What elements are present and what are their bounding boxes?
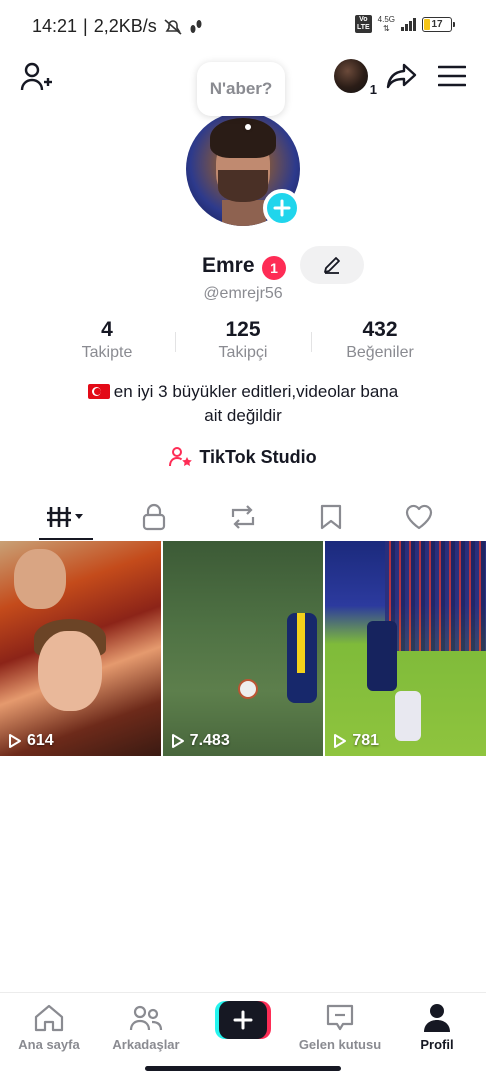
- note-text: N'aber?: [209, 79, 273, 98]
- status-right: Vo LTE 4.5G ⇅ 17: [354, 15, 455, 33]
- friends-icon: [129, 1005, 163, 1031]
- studio-icon: [169, 447, 193, 467]
- mute-icon: [163, 18, 183, 36]
- stat-label: Beğeniler: [346, 344, 414, 361]
- display-name: Emre: [202, 254, 255, 277]
- profile-bio: en iyi 3 büyükler editleri,videolar bana…: [40, 380, 446, 428]
- video-thumbnail[interactable]: 781: [325, 541, 486, 756]
- note-bubble-tail: [245, 124, 251, 130]
- status-left: 14:21 | 2,2KB/s: [32, 16, 203, 37]
- tab-reposts[interactable]: [203, 494, 283, 540]
- notification-badge[interactable]: 1: [262, 256, 286, 280]
- stat-divider: [311, 332, 312, 352]
- profile-icon: [424, 1004, 450, 1032]
- stat-value: 432: [362, 318, 398, 341]
- create-button[interactable]: [215, 1001, 271, 1039]
- signal-icon: [401, 17, 416, 31]
- bio-line-1: en iyi 3 büyükler editleri,videolar bana: [113, 382, 399, 401]
- username: @emrejr56: [203, 285, 283, 302]
- top-right-actions: 1: [334, 59, 468, 97]
- menu-icon: [438, 65, 466, 87]
- network-type: 4.5G ⇅: [377, 15, 395, 33]
- inbox-icon: [326, 1004, 354, 1031]
- add-friend-button[interactable]: [18, 59, 54, 95]
- steps-icon: [189, 18, 203, 36]
- tab-videos[interactable]: [26, 494, 106, 540]
- nav-friends[interactable]: Arkadaşlar: [98, 1003, 194, 1063]
- stat-likes[interactable]: 432 Beğeniler: [320, 318, 440, 362]
- add-avatar-button[interactable]: [263, 189, 301, 227]
- video-thumbnail[interactable]: 614: [0, 541, 161, 756]
- story-avatar[interactable]: 1: [334, 59, 377, 97]
- bio-line-2: ait değildir: [204, 406, 282, 425]
- video-grid: 614 7.483 781: [0, 541, 486, 756]
- stat-following[interactable]: 4 Takipte: [47, 318, 167, 362]
- play-icon: [171, 734, 184, 748]
- nav-label: Profil: [420, 1037, 454, 1052]
- tab-saved[interactable]: [291, 494, 371, 540]
- home-icon: [34, 1004, 64, 1032]
- stat-value: 4: [101, 318, 113, 341]
- turkey-flag-icon: [87, 384, 110, 399]
- stat-followers[interactable]: 125 Takipçi: [183, 318, 303, 362]
- status-net-speed: 2,2KB/s: [93, 16, 157, 36]
- menu-button[interactable]: [436, 60, 468, 92]
- note-bubble[interactable]: N'aber?: [197, 62, 285, 116]
- stat-divider: [175, 332, 176, 352]
- nav-inbox[interactable]: Gelen kutusu: [292, 1003, 388, 1063]
- video-thumbnail[interactable]: 7.483: [162, 541, 324, 756]
- bookmark-icon: [320, 504, 342, 530]
- heart-icon: [405, 504, 433, 530]
- tab-private[interactable]: [114, 494, 194, 540]
- profile-stats: 4 Takipte 125 Takipçi 432 Beğeniler: [0, 318, 486, 370]
- lock-icon: [142, 503, 166, 531]
- edit-profile-button[interactable]: [300, 246, 364, 284]
- play-icon: [334, 734, 347, 748]
- share-icon: [386, 63, 417, 89]
- volte-icon: Vo LTE: [354, 15, 372, 33]
- tab-liked[interactable]: [379, 494, 459, 540]
- content-tabs: [0, 494, 486, 542]
- active-tab-indicator: [39, 538, 93, 540]
- video-views: 7.483: [171, 732, 230, 750]
- nav-label: Ana sayfa: [18, 1037, 80, 1052]
- stat-label: Takipte: [81, 344, 133, 361]
- nav-label: Arkadaşlar: [112, 1037, 180, 1052]
- battery-icon: 17: [422, 16, 455, 32]
- plus-icon: [233, 1010, 253, 1030]
- stat-value: 125: [225, 318, 261, 341]
- nav-home[interactable]: Ana sayfa: [1, 1003, 97, 1063]
- plus-icon: [273, 199, 291, 217]
- nav-label: Gelen kutusu: [298, 1037, 382, 1052]
- battery-level: 17: [431, 18, 443, 30]
- stat-label: Takipçi: [218, 344, 268, 361]
- video-views: 614: [8, 732, 54, 750]
- videos-grid-icon: [47, 507, 83, 527]
- repost-icon: [231, 505, 255, 529]
- status-bar: 14:21 | 2,2KB/s Vo LTE 4.5G ⇅ 17: [0, 0, 486, 52]
- tiktok-studio-link[interactable]: TikTok Studio: [0, 446, 486, 468]
- add-friend-icon: [20, 62, 52, 91]
- pencil-icon: [324, 257, 340, 274]
- name-row: Emre 1: [0, 246, 486, 286]
- story-count: 1: [369, 82, 377, 97]
- studio-label: TikTok Studio: [199, 446, 317, 467]
- home-indicator: [145, 1066, 341, 1071]
- play-icon: [9, 734, 21, 748]
- share-button[interactable]: [386, 60, 418, 92]
- video-views: 781: [333, 732, 379, 750]
- status-time: 14:21: [32, 16, 78, 36]
- nav-profile[interactable]: Profil: [389, 1003, 485, 1063]
